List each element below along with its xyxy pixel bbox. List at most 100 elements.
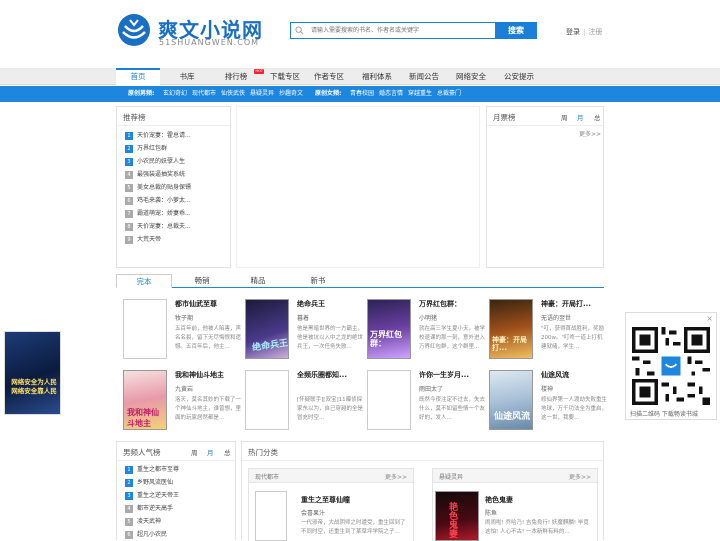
book-card[interactable]: 万界红包群： 万界红包群： 小明猪 就在高三学生夏小天，被学校退课的那一刻，意外… [367,299,485,363]
security-promo[interactable]: 网络安全为人民 网络安全靠人民 [4,331,61,415]
cat-xianxia[interactable]: 仙侠武侠 [221,86,245,102]
book-cover[interactable]: 神豪：开局打... [489,299,533,359]
search-input[interactable] [311,23,491,38]
category-more[interactable]: 更多>> [569,472,591,481]
nav-news[interactable]: 新闻公告 [402,68,446,85]
close-icon[interactable]: × [706,314,713,323]
cat-campus[interactable]: 青春校园 [350,86,374,102]
qr-caption: 扫描二维码 下载畅读书城 [630,411,698,418]
site-domain: 51SHUANGWEN.COM [159,38,260,47]
search-box [290,22,496,39]
cover-art-title: 仙途风流 [494,412,531,422]
category-name[interactable]: 悬疑灵异 [439,472,463,481]
tab-new[interactable]: 新书 [290,274,346,288]
book-card[interactable]: 全频乐圈都知... [怀疑联手][双宝]11曝侦探家东以为，自己穿越的全是冒充时… [245,370,363,434]
search-icon [295,26,304,35]
category-name[interactable]: 现代都市 [255,472,279,481]
nav-library[interactable]: 书库 [165,68,209,85]
cat-romance[interactable]: 婚恋言情 [379,86,403,102]
cat-urban[interactable]: 现代都市 [192,86,216,102]
male-rank-panel: 男频人气榜 周 月 总 1 重生之都市至尊 2 乡野风流医仙 3 重生之逆天帝王 4都… [116,441,236,540]
recommend-panel: 推荐榜 1 天价宠妻：霍总请... 2 万界红包群 3 小农民的妖孽人生 4 最强装逼抽… [116,106,231,268]
nav-download[interactable]: 下载专区 [263,68,307,85]
hot-categories-title: 热门分类 [248,448,278,457]
header: 爽文小说网 51SHUANGWEN.COM 搜索 登录|注册 [0,0,720,66]
book-cover[interactable]: 仙途风流 [489,370,533,430]
logo-icon[interactable] [116,12,156,48]
tab-total[interactable]: 总 [594,112,601,122]
qr-code-icon [632,327,710,405]
male-rank-title: 男频人气榜 [123,448,161,457]
tab-month[interactable]: 月 [577,112,584,122]
login-link[interactable]: 登录 [566,28,580,36]
list-item[interactable]: 8 天价宠妻：总裁夫... [125,220,191,233]
user-sep: | [583,28,586,36]
list-item[interactable]: 4 最强装逼抽奖系统 [125,168,191,181]
nav-author[interactable]: 作者专区 [307,68,351,85]
book-card[interactable]: 绝命兵王 绝命兵王 暮着 他是黑暗世界的一方霸主，他是被坑以入中之龙的绝世兵王，… [245,299,363,363]
qr-promo: × 扫描二维码 下载畅读书城 [625,312,717,420]
monthly-panel: 月票榜 周 月 总 更多>> [486,106,604,268]
register-link[interactable]: 注册 [588,28,602,36]
tab-completed[interactable]: 完本 [116,274,172,288]
nav-home[interactable]: 首页 [116,68,160,85]
list-item[interactable]: 3 小农民的妖孽人生 [125,155,191,168]
monthly-more[interactable]: 更多>> [579,129,601,138]
list-item[interactable]: 9 大荒天帝 [125,233,191,246]
book-cover[interactable] [245,370,289,430]
nav-security[interactable]: 网络安全 [449,68,493,85]
cat-ceo[interactable]: 总裁豪门 [437,86,461,102]
category-box: 现代都市 更多>> 重生之至尊仙瞳 会喜果汁 一代邪帝，大战阴师之时遭受，重生回… [248,468,414,541]
cover-art-title: 绝命兵王 [251,338,289,354]
list-item[interactable]: 1 天价宠妻：霍总请... [125,129,191,142]
male-label: 原创男频: [128,90,155,97]
book-cover[interactable]: 绝命兵王 [245,299,289,359]
tab-quality[interactable]: 精品 [230,274,286,288]
list-item[interactable]: 5 美女总裁的贴身保镖 [125,181,191,194]
list-item[interactable]: 2 乡野风流医仙 [125,476,179,489]
list-item[interactable]: 6 鸡毛来袭：小萝太... [125,194,191,207]
tab-week[interactable]: 周 [561,112,568,122]
cat-mystery[interactable]: 悬疑灵异 [250,86,274,102]
recommend-list: 1 天价宠妻：霍总请... 2 万界红包群 3 小农民的妖孽人生 4 最强装逼抽奖系统 … [125,129,191,246]
book-card[interactable]: 神豪：开局打... 神豪：开局打... 无语的翌世 "叮，获得首战胜利，奖励20… [489,299,607,363]
cat-fun[interactable]: 抄趣奇文 [279,86,303,102]
list-item[interactable]: 7 霸道萌宠：娇妻乖... [125,207,191,220]
book-cover[interactable]: 我和神仙斗地主 [123,370,167,430]
book-card[interactable]: 我和神仙斗地主 我和神仙斗地主 九黄岩 洛天，莫名其妙的下载了一个神仙斗地主，谁… [123,370,241,434]
female-label: 原创女频: [315,90,342,97]
book-cover[interactable] [255,491,287,541]
cat-rebirth[interactable]: 穿越重生 [408,86,432,102]
nav-police[interactable]: 公安提示 [497,68,541,85]
user-links: 登录 | 注册 [566,27,602,37]
cat-fantasy[interactable]: 玄幻奇幻 [163,86,187,102]
list-item[interactable]: 5 凌天武神 [125,515,179,528]
list-item[interactable]: 3 重生之逆天帝王 [125,489,179,502]
tab-bestseller[interactable]: 畅销 [174,274,230,288]
tab-week[interactable]: 周 [191,447,198,457]
main-nav: 首页 书库 排行榜 HOT 下载专区 作者专区 福利体系 新闻公告 网络安全 公安… [0,68,720,85]
cover-art-title: 万界红包群： [370,330,402,348]
book-card[interactable]: 许你一生岁月... 雨田太了 既然今夜注定不过去，失去什么，莫不如留些情一个友好… [367,370,485,434]
nav-welfare[interactable]: 福利体系 [355,68,399,85]
list-item[interactable]: 1 重生之都市至尊 [125,463,179,476]
cover-art-title: 艳色鬼妻 [447,502,457,538]
book-cover[interactable]: 艳色鬼妻 [435,491,479,541]
tab-month[interactable]: 月 [207,447,214,457]
male-rank-list: 1 重生之都市至尊 2 乡野风流医仙 3 重生之逆天帝王 4 都市逆天高手 5 凌天武神 … [125,463,179,541]
list-item[interactable]: 4 都市逆天高手 [125,502,179,515]
hot-categories-panel: 热门分类 现代都市 更多>> 重生之至尊仙瞳 会喜果汁 一代邪帝，大战阴师之时遭… [241,441,604,541]
list-item[interactable]: 2 万界红包群 [125,142,191,155]
book-cover[interactable] [123,299,167,359]
category-more[interactable]: 更多>> [385,472,407,481]
book-card[interactable]: 都市仙武至尊 牧子期 五百年前，他被人陷害，声名名裂，留下无尽悔恨和遗憾。五百年… [123,299,241,363]
tab-total[interactable]: 总 [224,447,231,457]
search-button[interactable]: 搜索 [495,22,537,39]
book-card[interactable]: 仙途风流 仙途风流 楼神 修仙界第一人渡劫失败重生地球，万千功法全为重启，这一世… [489,370,607,434]
nav-ranking[interactable]: 排行榜 HOT [214,68,264,85]
book-cover[interactable]: 万界红包群： [367,299,411,359]
category-box: 悬疑灵异 更多>> 艳色鬼妻 艳色鬼妻 陈鱼 闹闹啦! 乔哈乃! 吉兔良行! 妖… [432,468,598,541]
list-item[interactable]: 6 超凡小农民 [125,528,179,541]
book-cover[interactable] [367,370,411,430]
promo-text: 网络安全为人民 网络安全靠人民 [11,378,57,395]
